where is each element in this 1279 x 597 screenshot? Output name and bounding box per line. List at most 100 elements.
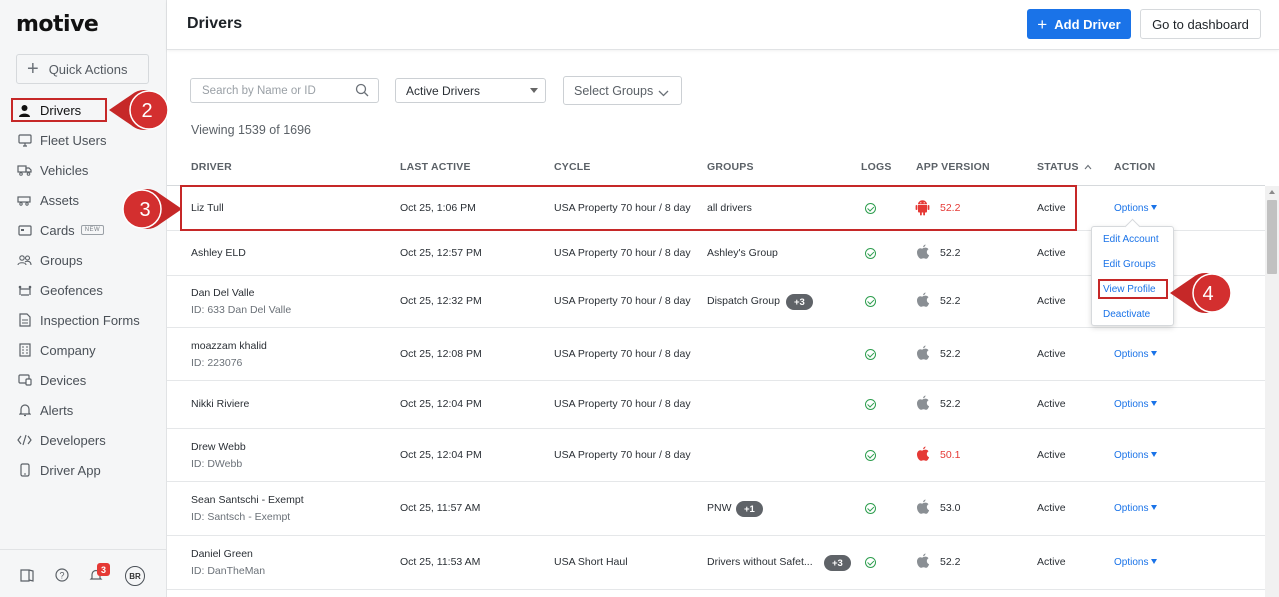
avatar[interactable]: BR — [125, 566, 145, 586]
scroll-up-icon[interactable] — [1269, 190, 1275, 194]
page-header: Drivers + Add Driver Go to dashboard — [167, 0, 1279, 50]
sidebar-item-developers[interactable]: Developers — [0, 425, 167, 455]
options-button[interactable]: Options — [1114, 203, 1158, 214]
groups-select[interactable]: Select Groups — [563, 76, 682, 105]
cycle: USA Property 70 hour / 8 day — [554, 295, 691, 307]
driver-id: ID: DWebb — [191, 457, 243, 470]
app-version: 52.2 — [940, 556, 961, 568]
column-header-app-version[interactable]: APP VERSION — [916, 161, 990, 173]
menu-item-deactivate[interactable]: Deactivate — [1103, 309, 1150, 320]
quick-actions-button[interactable]: + Quick Actions — [16, 54, 149, 84]
extra-groups-badge[interactable]: +3 — [824, 555, 851, 571]
sidebar-item-label: Inspection Forms — [40, 312, 140, 328]
map-guide-icon[interactable] — [20, 568, 34, 587]
motive-logo[interactable]: motive — [16, 12, 99, 37]
table-scrollbar[interactable] — [1265, 186, 1279, 597]
driver-status-select[interactable]: Active Drivers — [395, 78, 546, 103]
column-header-groups[interactable]: GROUPS — [707, 161, 754, 173]
viewing-count: Viewing 1539 of 1696 — [191, 123, 312, 137]
driver-id: ID: Santsch - Exempt — [191, 511, 291, 523]
extra-groups-badge[interactable]: +3 — [786, 294, 813, 310]
table-row[interactable] — [167, 328, 1265, 381]
building-icon — [17, 343, 32, 358]
column-header-action: ACTION — [1114, 161, 1156, 173]
app-version: 50.1 — [940, 448, 961, 461]
driver-name[interactable]: Daniel Green — [191, 548, 253, 560]
add-driver-button[interactable]: + Add Driver — [1027, 9, 1131, 39]
caret-down-icon — [1151, 401, 1158, 406]
caret-down-icon — [1151, 505, 1158, 510]
sidebar-item-label: Geofences — [40, 282, 103, 298]
sidebar-item-groups[interactable]: Groups — [0, 245, 167, 275]
last-active: Oct 25, 12:04 PM — [400, 398, 482, 410]
options-button[interactable]: Options — [1114, 557, 1158, 568]
table-row[interactable] — [167, 429, 1265, 482]
help-icon[interactable]: ? — [55, 568, 69, 587]
logs-ok-icon — [865, 247, 876, 259]
menu-item-edit-groups[interactable]: Edit Groups — [1103, 259, 1156, 270]
scrollbar-thumb[interactable] — [1267, 200, 1277, 274]
table-row[interactable] — [167, 381, 1265, 429]
annotation-step-4: 4 — [1202, 283, 1213, 305]
apple-icon — [915, 395, 930, 417]
sidebar-item-vehicles[interactable]: Vehicles — [0, 155, 167, 185]
form-icon — [17, 313, 32, 328]
driver-name[interactable]: Drew Webb — [191, 441, 246, 453]
column-header-cycle[interactable]: CYCLE — [554, 161, 591, 173]
driver-id: ID: DanTheMan — [191, 565, 266, 577]
driver-id: ID: 633 Dan Del Valle — [191, 304, 292, 316]
status: Active — [1037, 246, 1066, 259]
go-to-dashboard-button[interactable]: Go to dashboard — [1140, 9, 1261, 39]
options-button[interactable]: Options — [1114, 399, 1158, 410]
sidebar-item-driver-app[interactable]: Driver App — [0, 455, 167, 485]
annotation-highlight-view-profile — [1098, 279, 1168, 299]
logs-ok-icon — [865, 399, 876, 410]
status: Active — [1037, 502, 1066, 514]
driver-name[interactable]: Dan Del Valle — [191, 287, 254, 299]
plus-icon: + — [27, 58, 39, 80]
sidebar-item-inspection-forms[interactable]: Inspection Forms — [0, 305, 167, 335]
code-icon — [17, 433, 32, 448]
chevron-down-icon — [658, 86, 669, 100]
plus-icon: + — [1037, 14, 1048, 34]
options-button[interactable]: Options — [1114, 348, 1158, 360]
sidebar-item-company[interactable]: Company — [0, 335, 167, 365]
column-header-status[interactable]: STATUS — [1037, 161, 1092, 173]
trailer-icon — [17, 193, 32, 208]
driver-name[interactable]: Nikki Riviere — [191, 398, 249, 410]
driver-name[interactable]: Sean Santschi - Exempt — [191, 494, 304, 506]
menu-item-edit-account[interactable]: Edit Account — [1103, 234, 1159, 245]
sort-asc-icon — [1084, 164, 1092, 170]
driver-name[interactable]: Ashley ELD — [191, 247, 246, 259]
last-active: Oct 25, 12:57 PM — [400, 246, 482, 259]
groups-select-placeholder: Select Groups — [574, 83, 654, 98]
options-button[interactable]: Options — [1114, 450, 1158, 461]
devices-icon — [17, 373, 32, 388]
search-placeholder: Search by Name or ID — [202, 84, 316, 97]
cycle: USA Property 70 hour / 8 day — [554, 246, 691, 259]
apple-icon — [915, 553, 930, 575]
groups-icon — [17, 253, 32, 268]
options-button[interactable]: Options — [1114, 503, 1158, 514]
options-label: Options — [1114, 348, 1149, 360]
column-header-last-active[interactable]: LAST ACTIVE — [400, 161, 471, 173]
column-header-driver[interactable]: DRIVER — [191, 161, 232, 173]
caret-down-icon — [1151, 204, 1158, 210]
apple-icon — [915, 244, 930, 266]
sidebar-item-geofences[interactable]: Geofences — [0, 275, 167, 305]
cycle: USA Short Haul — [554, 556, 628, 568]
logs-ok-icon — [865, 348, 876, 360]
annotation-step-3: 3 — [139, 199, 150, 221]
apple-icon — [915, 446, 930, 468]
sidebar-item-label: Company — [40, 342, 96, 358]
annotation-step-2: 2 — [141, 100, 152, 122]
last-active: Oct 25, 12:08 PM — [400, 347, 482, 360]
driver-name[interactable]: moazzam khalid — [191, 340, 267, 352]
groups: Dispatch Group — [707, 295, 780, 307]
groups: Ashley's Group — [707, 246, 778, 259]
sidebar-item-alerts[interactable]: Alerts — [0, 395, 167, 425]
search-input[interactable]: Search by Name or ID — [190, 78, 379, 103]
column-header-logs[interactable]: LOGS — [861, 161, 892, 173]
sidebar-item-devices[interactable]: Devices — [0, 365, 167, 395]
extra-groups-badge[interactable]: +1 — [736, 501, 763, 517]
